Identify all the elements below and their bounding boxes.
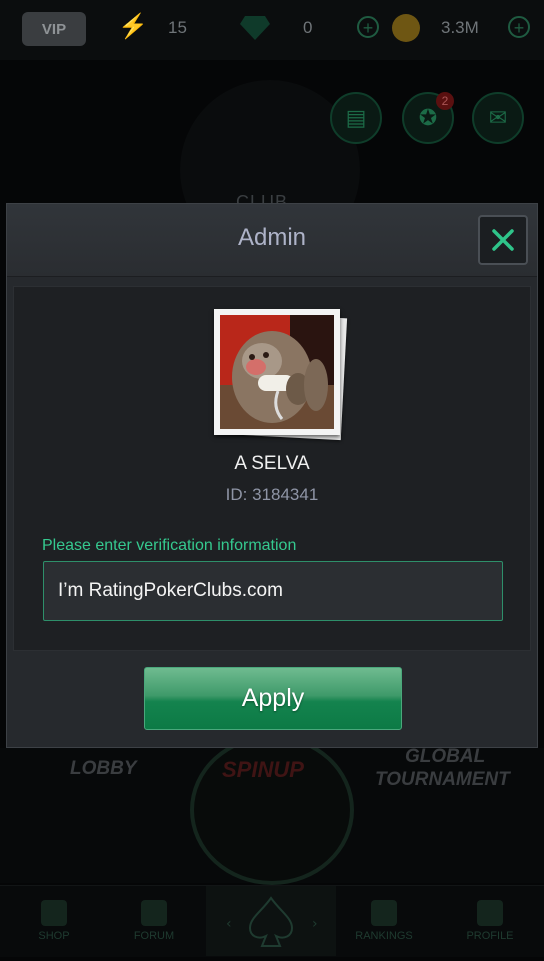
admin-dialog: Admin A SELVA ID: 3184341 Please enter v…: [6, 203, 538, 748]
verification-label: Please enter verification information: [42, 537, 297, 554]
user-info-panel: A SELVA ID: 3184341 Please enter verific…: [13, 286, 531, 651]
close-button[interactable]: [478, 215, 528, 265]
user-name: A SELVA: [234, 453, 310, 474]
add-gems-plus-icon[interactable]: +: [357, 16, 379, 38]
lightning-icon: ⚡: [118, 13, 148, 40]
gem-icon: [240, 16, 270, 40]
energy-count: 15: [168, 18, 187, 37]
apply-button-label: Apply: [241, 684, 305, 712]
tab-forum[interactable]: FORUM: [100, 886, 208, 957]
svg-text:›: ›: [312, 916, 318, 932]
dialog-title: Admin: [237, 224, 307, 251]
avatar: [214, 309, 348, 441]
user-id: ID: 3184341: [225, 485, 319, 504]
apply-button[interactable]: Apply: [144, 667, 402, 730]
spinup-label: SPINUP: [222, 757, 304, 782]
notification-badge: 2: [436, 92, 454, 110]
add-coins-plus-icon[interactable]: +: [508, 16, 530, 38]
lobby-mode[interactable]: LOBBY: [70, 758, 137, 780]
cart-icon: [41, 900, 67, 926]
global-tournament-label-line1[interactable]: GLOBAL: [405, 746, 485, 768]
calendar-icon[interactable]: ▤: [330, 92, 382, 144]
tab-shop[interactable]: SHOP: [0, 886, 108, 957]
spade-icon: ‹ ›: [226, 896, 318, 947]
coin-count: 3.3M: [441, 18, 479, 37]
mail-icon[interactable]: ✉: [472, 92, 524, 144]
svg-text:‹: ‹: [226, 916, 232, 932]
tab-rankings[interactable]: RANKINGS: [330, 886, 438, 957]
global-tournament-label-line2[interactable]: TOURNAMENT: [375, 769, 510, 791]
top-status-bar: VIP ⚡ 15 0 + 3.3M +: [0, 0, 544, 60]
close-icon: [492, 229, 514, 251]
coin-icon: [392, 14, 420, 42]
dialog-header: Admin: [7, 204, 537, 277]
tab-home[interactable]: ‹ ›: [206, 886, 336, 956]
profile-icon: [477, 900, 503, 926]
avatar-image: [220, 315, 334, 429]
avatar-photo-frame: [214, 309, 340, 435]
tab-profile[interactable]: PROFILE: [436, 886, 544, 957]
vip-button[interactable]: VIP: [22, 12, 86, 46]
verification-input[interactable]: [43, 561, 503, 621]
rankings-icon: [371, 900, 397, 926]
forum-icon: [141, 900, 167, 926]
gem-count: 0: [303, 18, 313, 37]
